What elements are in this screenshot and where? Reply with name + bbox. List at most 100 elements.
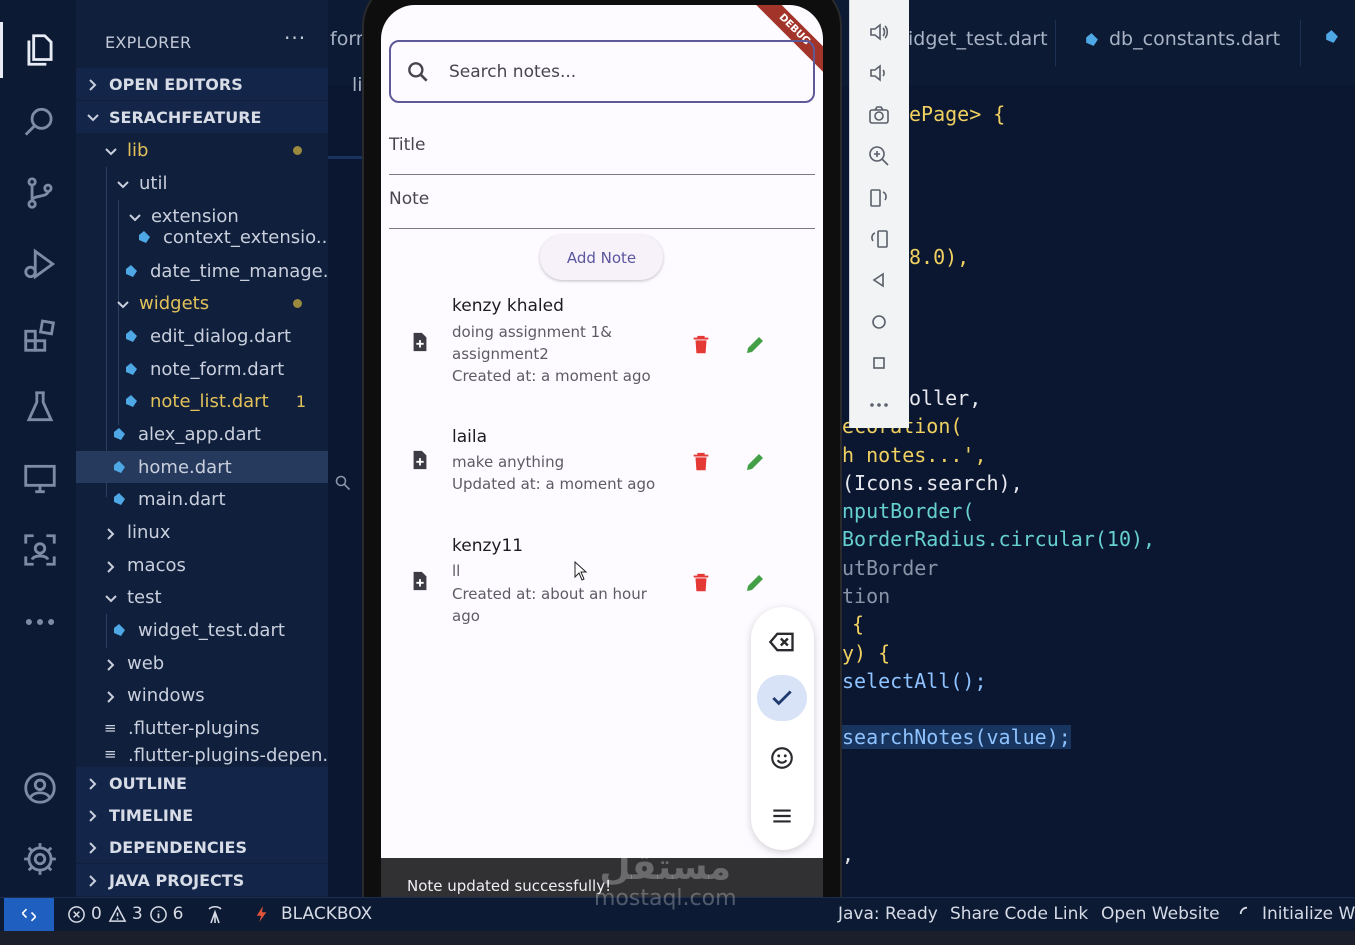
remote-indicator[interactable] [4, 898, 54, 932]
tree-file-date-time-manager[interactable]: date_time_manage... [76, 255, 328, 287]
tree-folder-widgets[interactable]: widgets [76, 287, 328, 319]
list-item[interactable]: laila make anything Updated at: a moment… [381, 424, 823, 504]
tree-file-main[interactable]: main.dart [76, 483, 328, 515]
tree-folder-lib[interactable]: lib [76, 134, 328, 166]
delete-icon[interactable] [690, 451, 712, 473]
blackbox-indicator[interactable]: BLACKBOX [255, 904, 372, 924]
volume-up-icon[interactable] [867, 20, 891, 44]
tree-folder-web[interactable]: web [76, 647, 328, 679]
tree-file-context-extension[interactable]: context_extensio... [76, 222, 328, 252]
backspace-button[interactable] [757, 619, 807, 665]
tree-file-edit-dialog[interactable]: edit_dialog.dart [76, 320, 328, 352]
tree-folder-test[interactable]: test [76, 581, 328, 613]
initialize-workspace[interactable]: Initialize Wo [1238, 904, 1355, 924]
delete-icon[interactable] [690, 334, 712, 356]
overview-icon[interactable] [867, 351, 891, 375]
search-input[interactable]: Search notes... [389, 40, 815, 103]
share-code-link[interactable]: Share Code Link [950, 904, 1088, 924]
dart-file-icon [1086, 32, 1098, 46]
testing-icon[interactable] [18, 385, 62, 429]
explorer-icon[interactable] [18, 28, 62, 72]
extensions-icon[interactable] [18, 314, 62, 358]
code-line: y) { [842, 641, 891, 665]
note-add-icon [413, 571, 427, 591]
camera-icon[interactable] [867, 103, 891, 127]
section-project[interactable]: SERACHFEATURE [76, 101, 328, 133]
more-options-icon[interactable] [867, 393, 891, 417]
back-icon[interactable] [867, 268, 891, 292]
tree-file-flutter-plugins[interactable]: ≡ .flutter-plugins [76, 712, 328, 744]
tab-more-files[interactable] [1323, 28, 1349, 45]
source-control-icon[interactable] [18, 171, 62, 215]
remote-explorer-icon[interactable] [18, 457, 62, 501]
tree-file-note-form[interactable]: note_form.dart [76, 353, 328, 385]
section-dependencies[interactable]: DEPENDENCIES [76, 831, 328, 863]
problems-indicator[interactable]: 0 3 6 [67, 904, 183, 924]
tree-file-alex-app[interactable]: alex_app.dart [76, 418, 328, 450]
section-timeline[interactable]: TIMELINE [76, 799, 328, 831]
tree-file-note-list[interactable]: note_list.dart 1 [76, 385, 328, 417]
java-status[interactable]: Java: Ready [838, 904, 938, 924]
tab-db-constants[interactable]: db_constants.dart [1083, 28, 1280, 50]
volume-down-icon[interactable] [867, 61, 891, 85]
tree-folder-linux[interactable]: linux [76, 516, 328, 548]
open-website-link[interactable]: Open Website [1101, 904, 1220, 924]
tree-file-home[interactable]: home.dart [76, 451, 328, 483]
run-debug-icon[interactable] [18, 242, 62, 286]
tree-file-flutter-plugins-dependencies[interactable]: ≡ .flutter-plugins-depen... [76, 745, 328, 767]
note-add-icon [413, 332, 427, 352]
code-line: (Icons.search), [842, 471, 1023, 495]
dart-file-icon [114, 493, 125, 505]
edit-icon[interactable] [743, 450, 767, 474]
problem-count-badge: 1 [295, 391, 306, 411]
tree-file-widget-test[interactable]: widget_test.dart [76, 614, 328, 646]
dart-file-icon [114, 624, 125, 636]
search-icon [408, 61, 428, 82]
radio-tower-icon [208, 905, 222, 924]
text-file-icon: ≡ [104, 719, 117, 737]
title-field[interactable]: Title [389, 135, 815, 175]
add-note-button[interactable]: Add Note [540, 235, 663, 280]
tree-folder-util[interactable]: util [76, 167, 328, 199]
emoji-button[interactable] [757, 735, 807, 781]
tree-folder-windows[interactable]: windows [76, 679, 328, 711]
confirm-button[interactable] [757, 675, 807, 721]
code-line: h notes...', [842, 443, 987, 467]
edit-icon[interactable] [743, 571, 767, 595]
chevron-down-icon [104, 143, 118, 157]
more-icon[interactable] [18, 600, 62, 644]
explorer-more-button[interactable]: ··· [284, 26, 306, 50]
scan-icon[interactable] [18, 528, 62, 572]
list-item[interactable]: kenzy khaled doing assignment 1& assignm… [381, 293, 823, 393]
account-icon[interactable] [18, 766, 62, 810]
menu-icon [773, 809, 791, 823]
list-item[interactable]: kenzy11 ll Created at: about an hour ago [381, 533, 823, 633]
zoom-in-icon[interactable] [867, 144, 891, 168]
find-icon[interactable] [335, 475, 351, 491]
note-field[interactable]: Note [389, 189, 815, 229]
port-forward-indicator[interactable] [204, 904, 226, 924]
rotate-right-icon[interactable] [867, 227, 891, 251]
settings-gear-icon[interactable] [18, 837, 62, 881]
tab-widget-test[interactable]: idget_test.dart [908, 28, 1048, 50]
smiley-icon [771, 747, 793, 769]
section-outline[interactable]: OUTLINE [76, 767, 328, 799]
menu-button[interactable] [757, 793, 807, 839]
section-java-projects[interactable]: JAVA PROJECTS [76, 864, 328, 896]
tree-folder-macos[interactable]: macos [76, 549, 328, 581]
search-icon[interactable] [18, 100, 62, 144]
dart-file-icon [126, 265, 137, 277]
code-line: selectAll(); [842, 669, 987, 693]
home-icon[interactable] [867, 310, 891, 334]
dart-file-icon [114, 461, 125, 473]
dart-file-icon [1326, 30, 1338, 43]
edit-icon[interactable] [743, 333, 767, 357]
rotate-left-icon[interactable] [867, 186, 891, 210]
dart-file-icon [114, 428, 125, 440]
section-open-editors[interactable]: OPEN EDITORS [76, 68, 328, 100]
delete-icon[interactable] [690, 572, 712, 594]
floating-action-panel [751, 607, 814, 850]
chevron-down-icon [104, 590, 118, 604]
chevron-down-icon [116, 176, 130, 190]
emulator-toolbar [849, 0, 909, 428]
